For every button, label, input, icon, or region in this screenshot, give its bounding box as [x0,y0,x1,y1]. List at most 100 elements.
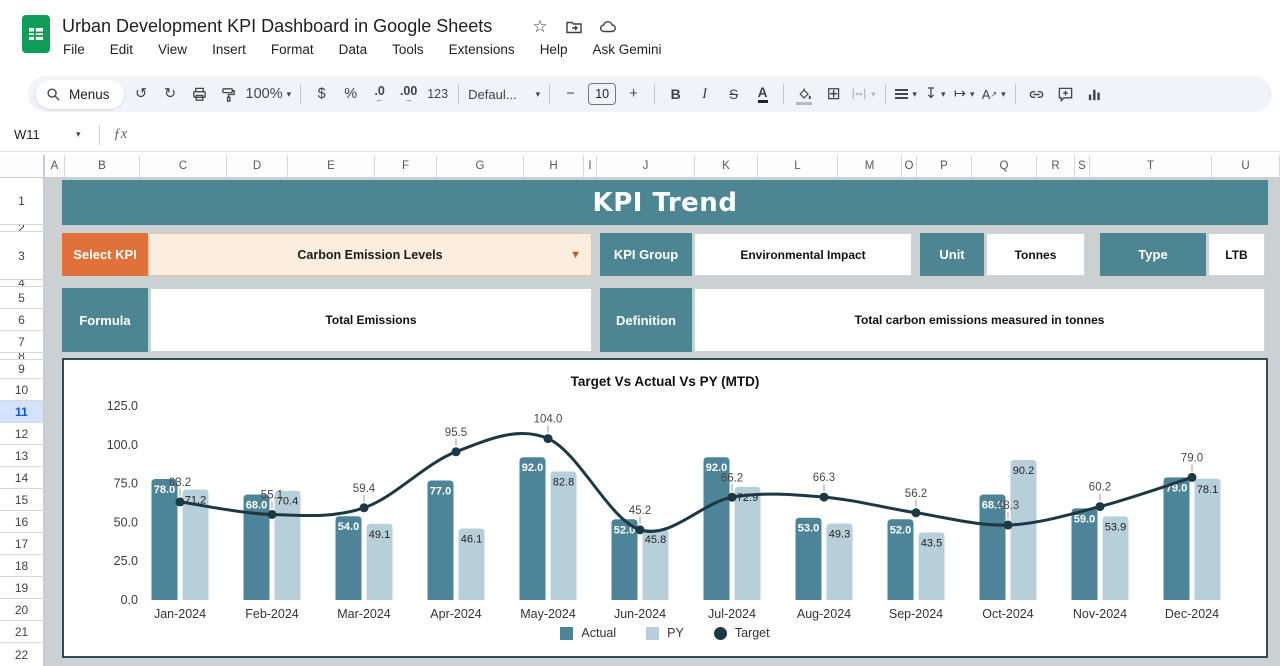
row-header-6[interactable]: 6 [0,309,45,331]
formula-value[interactable]: Total Emissions [150,288,592,352]
menu-item-file[interactable]: File [63,42,85,57]
menus-search-button[interactable]: Menus [36,80,124,109]
row-header-12[interactable]: 12 [0,423,45,445]
column-header-R[interactable]: R [1037,155,1075,178]
legend-label: Actual [581,626,616,640]
paint-format-button[interactable] [217,81,240,107]
undo-button[interactable]: ↺ [130,81,153,107]
column-header-P[interactable]: P [917,155,972,178]
increase-font-size-button[interactable]: + [622,81,645,107]
star-icon[interactable]: ☆ [530,17,550,37]
move-folder-icon[interactable] [564,17,584,37]
column-header-U[interactable]: U [1212,155,1280,178]
column-header-O[interactable]: O [902,155,917,178]
italic-button[interactable]: I [693,81,716,107]
svg-text:60.2: 60.2 [1089,482,1111,494]
insert-comment-button[interactable] [1054,81,1077,107]
row-header-7[interactable]: 7 [0,331,45,353]
kpi-select-dropdown[interactable]: Carbon Emission Levels ▼ [148,233,592,276]
insert-link-button[interactable] [1025,81,1048,107]
name-box[interactable]: W11 [0,127,70,142]
row-header-5[interactable]: 5 [0,287,45,309]
column-header-T[interactable]: T [1090,155,1212,178]
column-header-S[interactable]: S [1075,155,1090,178]
decrease-font-size-button[interactable]: − [559,81,582,107]
menu-item-view[interactable]: View [158,42,187,57]
column-header-J[interactable]: J [597,155,695,178]
menu-item-extensions[interactable]: Extensions [449,42,515,57]
format-currency-button[interactable]: $ [310,81,333,107]
font-size-input[interactable]: 10 [588,83,616,105]
column-header-B[interactable]: B [65,155,140,178]
text-color-button[interactable]: A [758,86,768,103]
row-header-9[interactable]: 9 [0,360,45,379]
vertical-align-button[interactable]: ↧▾ [924,81,947,107]
column-header-F[interactable]: F [375,155,437,178]
row-header-2[interactable]: 2 [0,225,45,232]
menu-item-edit[interactable]: Edit [110,42,133,57]
toolbar: Menus ↺ ↻ 100%▾ $ % .0← .00→ 123 Defaul.… [28,76,1272,112]
merge-cells-button[interactable]: ▾ [851,81,876,107]
row-header-22[interactable]: 22 [0,643,45,666]
row-header-11[interactable]: 11 [0,401,45,423]
column-header-C[interactable]: C [140,155,227,178]
column-header-I[interactable]: I [584,155,597,178]
print-button[interactable] [188,81,211,107]
kpi-trend-chart[interactable]: Target Vs Actual Vs PY (MTD)0.025.050.07… [62,358,1268,658]
document-title[interactable]: Urban Development KPI Dashboard in Googl… [62,16,492,37]
menu-item-tools[interactable]: Tools [392,42,424,57]
decrease-decimal-button[interactable]: .0← [368,81,391,107]
column-header-D[interactable]: D [227,155,288,178]
row-header-14[interactable]: 14 [0,467,45,489]
row-header-16[interactable]: 16 [0,511,45,533]
menu-item-data[interactable]: Data [339,42,368,57]
row-header-1[interactable]: 1 [0,178,45,225]
cloud-saved-icon[interactable] [598,17,618,37]
zoom-control[interactable]: 100%▾ [246,81,292,107]
fill-color-button[interactable] [793,81,816,107]
insert-chart-button[interactable] [1083,81,1106,107]
bold-button[interactable]: B [664,81,687,107]
select-all-corner[interactable] [0,155,45,178]
column-header-Q[interactable]: Q [972,155,1037,178]
row-header-15[interactable]: 15 [0,489,45,511]
row-header-10[interactable]: 10 [0,379,45,401]
format-percent-button[interactable]: % [339,81,362,107]
menu-item-insert[interactable]: Insert [212,42,246,57]
text-wrap-button[interactable]: ↦▾ [953,81,976,107]
unit-value[interactable]: Tonnes [986,233,1085,276]
menu-item-ask-gemini[interactable]: Ask Gemini [592,42,661,57]
definition-value[interactable]: Total carbon emissions measured in tonne… [694,288,1265,352]
font-family-selector[interactable]: Defaul...▾ [468,81,540,107]
chevron-down-icon[interactable]: ▾ [76,129,81,140]
column-header-K[interactable]: K [695,155,758,178]
row-header-3[interactable]: 3 [0,232,45,280]
row-header-4[interactable]: 4 [0,280,45,287]
type-value[interactable]: LTB [1208,233,1265,276]
column-header-E[interactable]: E [288,155,375,178]
redo-button[interactable]: ↻ [159,81,182,107]
menu-item-format[interactable]: Format [271,42,314,57]
row-header-21[interactable]: 21 [0,621,45,643]
text-rotation-button[interactable]: A↗▾ [982,81,1006,107]
row-header-17[interactable]: 17 [0,533,45,555]
strikethrough-button[interactable]: S [722,81,745,107]
column-header-H[interactable]: H [524,155,584,178]
increase-decimal-button[interactable]: .00→ [397,81,420,107]
borders-button[interactable]: ⊞ [822,81,845,107]
column-header-G[interactable]: G [437,155,524,178]
row-header-18[interactable]: 18 [0,555,45,577]
horizontal-align-button[interactable]: ▾ [895,81,918,107]
column-header-L[interactable]: L [758,155,838,178]
column-header-M[interactable]: M [838,155,902,178]
kpi-group-value[interactable]: Environmental Impact [694,233,912,276]
row-header-13[interactable]: 13 [0,445,45,467]
column-header-A[interactable]: A [45,155,65,178]
row-header-8[interactable]: 8 [0,353,45,360]
more-formats-button[interactable]: 123 [426,81,449,107]
row-header-19[interactable]: 19 [0,577,45,599]
menu-item-help[interactable]: Help [540,42,568,57]
svg-text:Aug-2024: Aug-2024 [797,607,851,621]
link-icon [1028,86,1045,103]
row-header-20[interactable]: 20 [0,599,45,621]
